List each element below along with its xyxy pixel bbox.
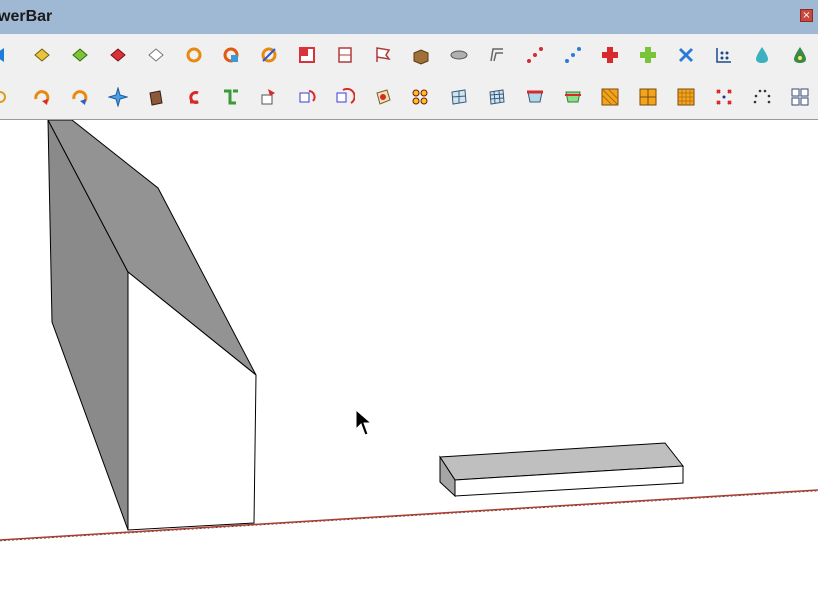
wood-box-icon (413, 49, 429, 65)
grid-points-button[interactable] (707, 36, 741, 74)
lasso-button[interactable] (0, 78, 21, 116)
scatter-icon (716, 89, 732, 105)
undo-red-icon (188, 91, 199, 104)
cylinder-gray-icon (450, 50, 468, 60)
green-cross-icon (640, 47, 657, 63)
red-stamp-button[interactable] (366, 78, 400, 116)
mesh-grid-icon (489, 89, 505, 105)
paint-bucket-green-icon (72, 48, 88, 62)
orange-cross-grid-icon (639, 88, 657, 106)
flag-icon (376, 47, 391, 62)
green-cross-button[interactable] (631, 36, 665, 74)
paint-bucket-outline-button[interactable] (139, 36, 173, 74)
green-plane-button[interactable] (556, 78, 590, 116)
mesh-grid-button[interactable] (480, 78, 514, 116)
lasso-icon (0, 91, 6, 103)
orbit-blue-icon (261, 47, 277, 63)
orange-grid-icon (601, 88, 619, 106)
grid-select-button[interactable] (783, 78, 817, 116)
push-pull-button[interactable] (252, 78, 286, 116)
section-plane-button[interactable] (328, 36, 362, 74)
blue-cross-button[interactable] (669, 36, 703, 74)
red-dots-icon (526, 47, 543, 63)
orange-cross-grid-button[interactable] (631, 78, 665, 116)
section-plane-icon (338, 47, 352, 63)
paint-bucket-green-button[interactable] (63, 36, 97, 74)
orbit-blue-button[interactable] (252, 36, 286, 74)
offset-edge-button[interactable] (480, 36, 514, 74)
arrow-tool-button[interactable] (0, 36, 21, 74)
blue-dots-icon (564, 47, 581, 63)
rectangle-red-icon (299, 47, 316, 63)
paint-bucket-red-button[interactable] (101, 36, 135, 74)
red-stamp-icon (376, 89, 391, 105)
arc-dots-button[interactable] (745, 78, 779, 116)
rectangle-red-button[interactable] (290, 36, 324, 74)
red-dots-button[interactable] (518, 36, 552, 74)
rotate-orange-button[interactable] (25, 78, 59, 116)
rotate-circle-button[interactable] (328, 78, 362, 116)
warning-drop-icon (793, 47, 806, 63)
blue-cross-icon (679, 48, 694, 62)
green-plane-icon (564, 91, 581, 103)
green-flow-icon (224, 89, 239, 105)
toolbar-row-2 (0, 78, 818, 116)
offset-edge-icon (489, 48, 503, 62)
red-cross-button[interactable] (593, 36, 627, 74)
grid-select-icon (791, 88, 809, 106)
toolbar-panel (0, 34, 818, 120)
toolbar-title: werBar (0, 8, 53, 25)
red-cross-icon (602, 47, 619, 63)
paint-bucket-yellow-icon (34, 48, 50, 62)
blue-dots-button[interactable] (556, 36, 590, 74)
rotate-blue-icon (72, 90, 88, 105)
orbit-orange-button[interactable] (177, 36, 211, 74)
orange-fine-grid-button[interactable] (669, 78, 703, 116)
undo-red-button[interactable] (177, 78, 211, 116)
arrow-tool-icon (0, 48, 4, 62)
toolbar-row-1 (0, 36, 818, 74)
orange-grid-button[interactable] (593, 78, 627, 116)
mesh-square-button[interactable] (442, 78, 476, 116)
mesh-square-icon (451, 89, 467, 105)
water-drop-button[interactable] (745, 36, 779, 74)
green-flow-button[interactable] (214, 78, 248, 116)
mouse-pointer-icon (355, 409, 373, 436)
move-star-button[interactable] (101, 78, 135, 116)
warning-drop-button[interactable] (783, 36, 817, 74)
water-drop-icon (756, 47, 768, 63)
red-plane-icon (526, 90, 543, 103)
push-pull-icon (261, 89, 276, 105)
brown-box-button[interactable] (139, 78, 173, 116)
flag-button[interactable] (366, 36, 400, 74)
orbit-orange-icon (186, 47, 201, 63)
orbit-rainbow-button[interactable] (214, 36, 248, 74)
orange-fine-grid-icon (677, 88, 695, 106)
four-dots-icon (412, 89, 428, 105)
four-dots-button[interactable] (404, 78, 438, 116)
scatter-button[interactable] (707, 78, 741, 116)
toolbar-titlebar[interactable]: werBar × (0, 0, 818, 34)
brown-box-icon (149, 90, 163, 106)
move-star-icon (107, 87, 128, 107)
rotate-red-button[interactable] (290, 78, 324, 116)
model-viewport[interactable] (0, 120, 818, 605)
grid-points-icon (716, 48, 732, 63)
red-plane-button[interactable] (518, 78, 552, 116)
rotate-blue-button[interactable] (63, 78, 97, 116)
cylinder-gray-button[interactable] (442, 36, 476, 74)
wood-box-button[interactable] (404, 36, 438, 74)
paint-bucket-red-icon (109, 48, 126, 62)
orbit-rainbow-icon (223, 47, 239, 63)
close-button[interactable]: × (800, 9, 813, 22)
rotate-red-icon (299, 90, 316, 103)
rotate-orange-icon (34, 90, 50, 105)
arc-dots-icon (753, 89, 771, 104)
paint-bucket-yellow-button[interactable] (25, 36, 59, 74)
paint-bucket-outline-icon (147, 48, 164, 62)
rotate-circle-icon (336, 87, 356, 104)
